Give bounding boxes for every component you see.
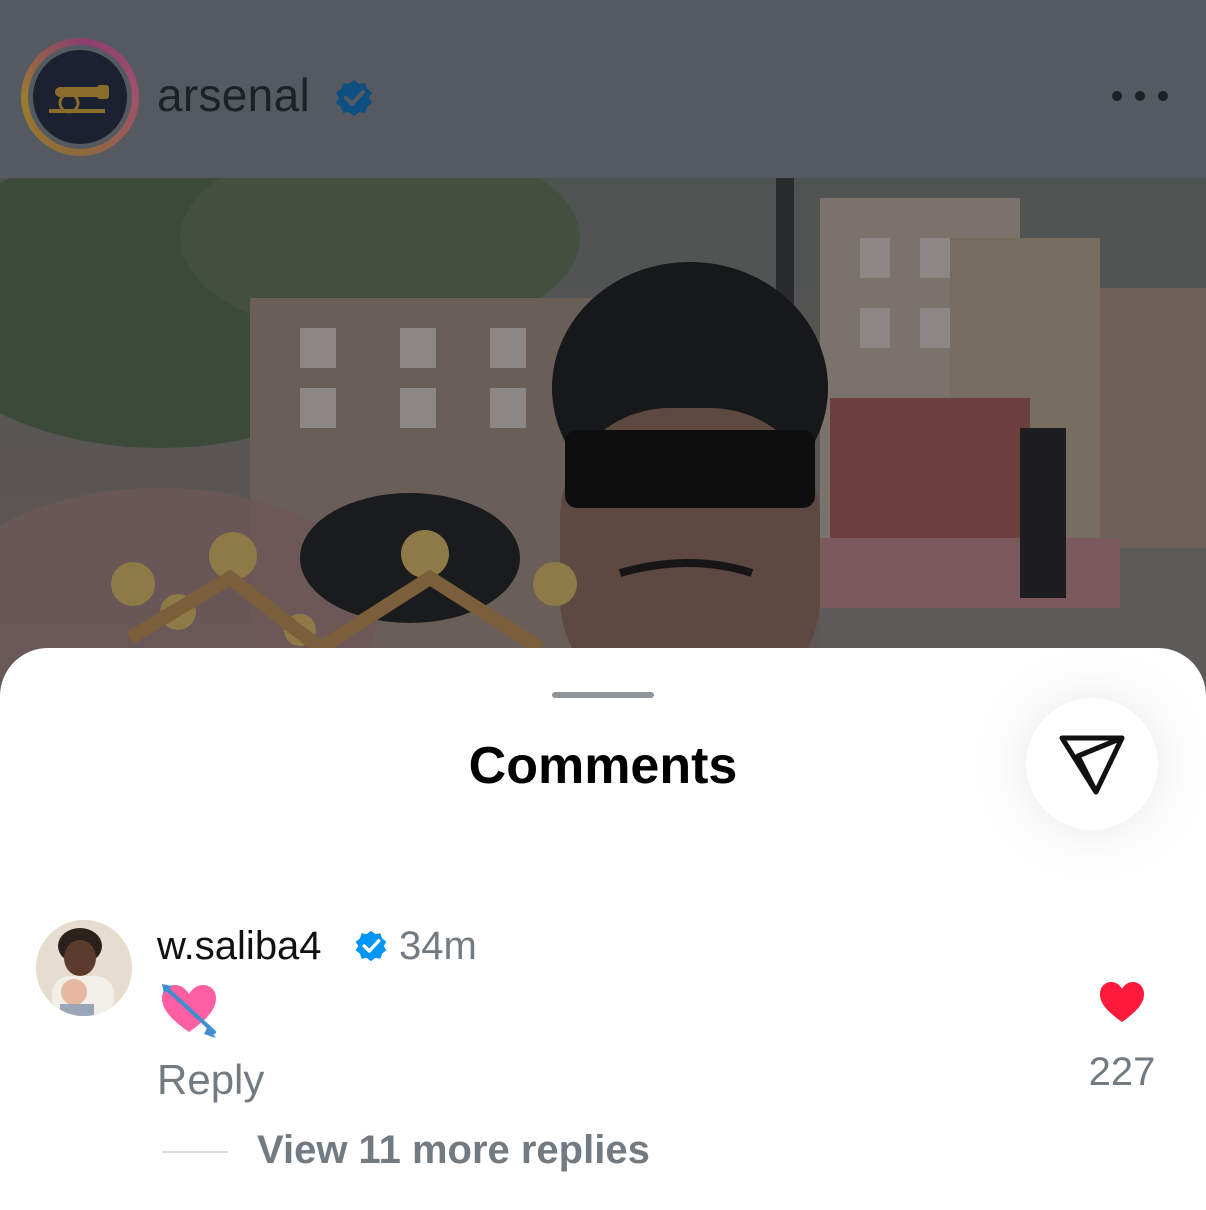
- more-horizontal-icon[interactable]: [1112, 84, 1168, 108]
- verified-badge-icon: [336, 80, 372, 116]
- heart-with-arrow-emoji: [162, 984, 216, 1038]
- like-count: 227: [1088, 1050, 1156, 1094]
- comment-timestamp: 34m: [399, 924, 477, 968]
- post-header: arsenal: [0, 0, 1206, 178]
- replies-divider: [162, 1151, 228, 1153]
- commenter-avatar[interactable]: [36, 920, 132, 1016]
- cannon-logo-icon: [33, 50, 127, 144]
- reply-button[interactable]: Reply: [157, 1056, 264, 1104]
- post-username[interactable]: arsenal: [157, 68, 310, 122]
- post-photo: [0, 178, 1206, 698]
- comment-username[interactable]: w.saliba4: [157, 924, 322, 969]
- share-button[interactable]: [1026, 698, 1158, 830]
- view-more-replies-button[interactable]: View 11 more replies: [257, 1128, 650, 1173]
- verified-badge-icon: [355, 930, 387, 962]
- heart-filled-icon[interactable]: [1098, 980, 1146, 1024]
- sheet-grabber[interactable]: [552, 692, 654, 698]
- comments-sheet: Comments w.saliba4 34m Reply 227 View 11…: [0, 648, 1206, 1210]
- send-paper-plane-icon: [1059, 735, 1125, 795]
- story-ring-avatar[interactable]: [21, 38, 139, 156]
